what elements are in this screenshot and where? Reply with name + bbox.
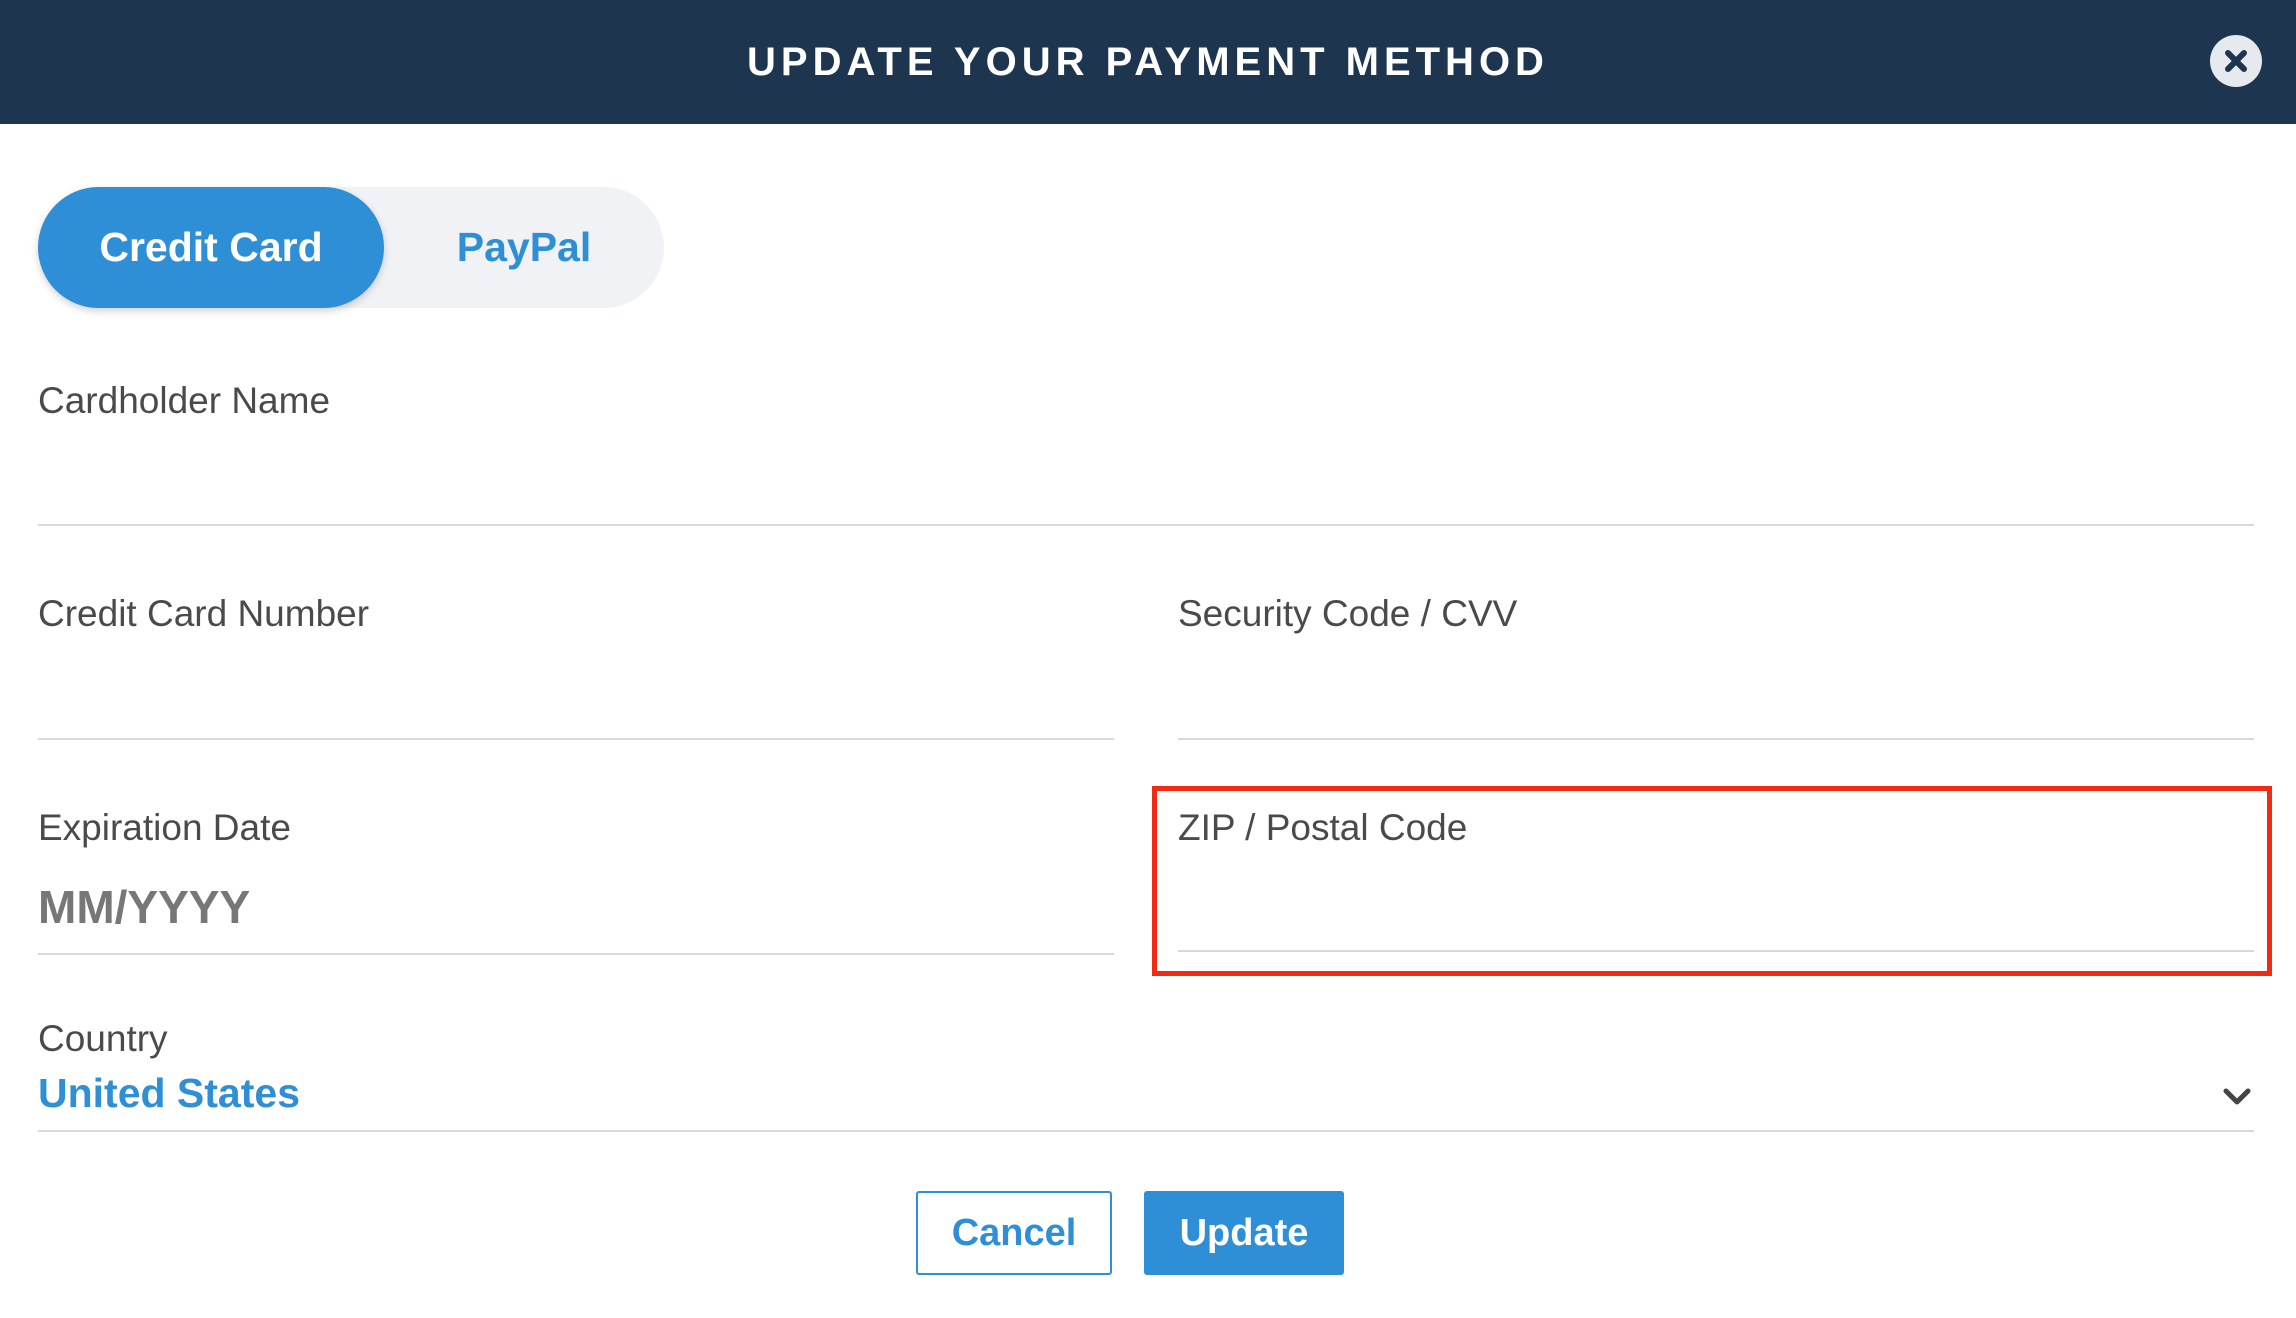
expiration-date-label: Expiration Date bbox=[38, 807, 291, 848]
modal-title: UPDATE YOUR PAYMENT METHOD bbox=[747, 39, 1549, 84]
country-underline bbox=[38, 1130, 2254, 1132]
zip-code-underline bbox=[1178, 950, 2254, 952]
cardholder-name-label: Cardholder Name bbox=[38, 380, 331, 421]
modal-header: UPDATE YOUR PAYMENT METHOD bbox=[0, 0, 2296, 124]
close-button[interactable] bbox=[2210, 35, 2262, 87]
payment-type-toggle: Credit Card PayPal bbox=[38, 187, 664, 308]
country-field[interactable]: Country United States bbox=[38, 1018, 2254, 1134]
cardholder-name-field: Cardholder Name bbox=[38, 380, 2254, 528]
close-icon bbox=[2225, 50, 2247, 72]
credit-card-tab[interactable]: Credit Card bbox=[38, 187, 384, 308]
security-code-underline bbox=[1178, 738, 2254, 740]
cardholder-name-input[interactable] bbox=[38, 460, 2254, 520]
security-code-input[interactable] bbox=[1178, 673, 2254, 733]
expiration-date-field: Expiration Date bbox=[38, 807, 1114, 955]
card-number-label: Credit Card Number bbox=[38, 593, 370, 634]
expiration-date-input[interactable] bbox=[38, 875, 1114, 939]
chevron-down-icon[interactable] bbox=[2220, 1080, 2254, 1114]
cardholder-name-underline bbox=[38, 524, 2254, 526]
zip-code-label: ZIP / Postal Code bbox=[1178, 807, 1468, 848]
cancel-button[interactable]: Cancel bbox=[916, 1191, 1112, 1275]
update-button[interactable]: Update bbox=[1144, 1191, 1344, 1275]
security-code-label: Security Code / CVV bbox=[1178, 593, 1518, 634]
expiration-date-underline bbox=[38, 953, 1114, 955]
country-select-value[interactable]: United States bbox=[38, 1070, 300, 1117]
security-code-field: Security Code / CVV bbox=[1178, 593, 2254, 741]
payment-method-modal: UPDATE YOUR PAYMENT METHOD Credit Card P… bbox=[0, 0, 2296, 1318]
card-number-underline bbox=[38, 738, 1114, 740]
card-number-field: Credit Card Number bbox=[38, 593, 1114, 741]
country-label: Country bbox=[38, 1018, 168, 1059]
zip-code-input[interactable] bbox=[1178, 883, 2254, 943]
card-number-input[interactable] bbox=[38, 673, 1114, 733]
zip-code-field: ZIP / Postal Code bbox=[1178, 807, 2254, 955]
paypal-tab[interactable]: PayPal bbox=[384, 187, 664, 308]
